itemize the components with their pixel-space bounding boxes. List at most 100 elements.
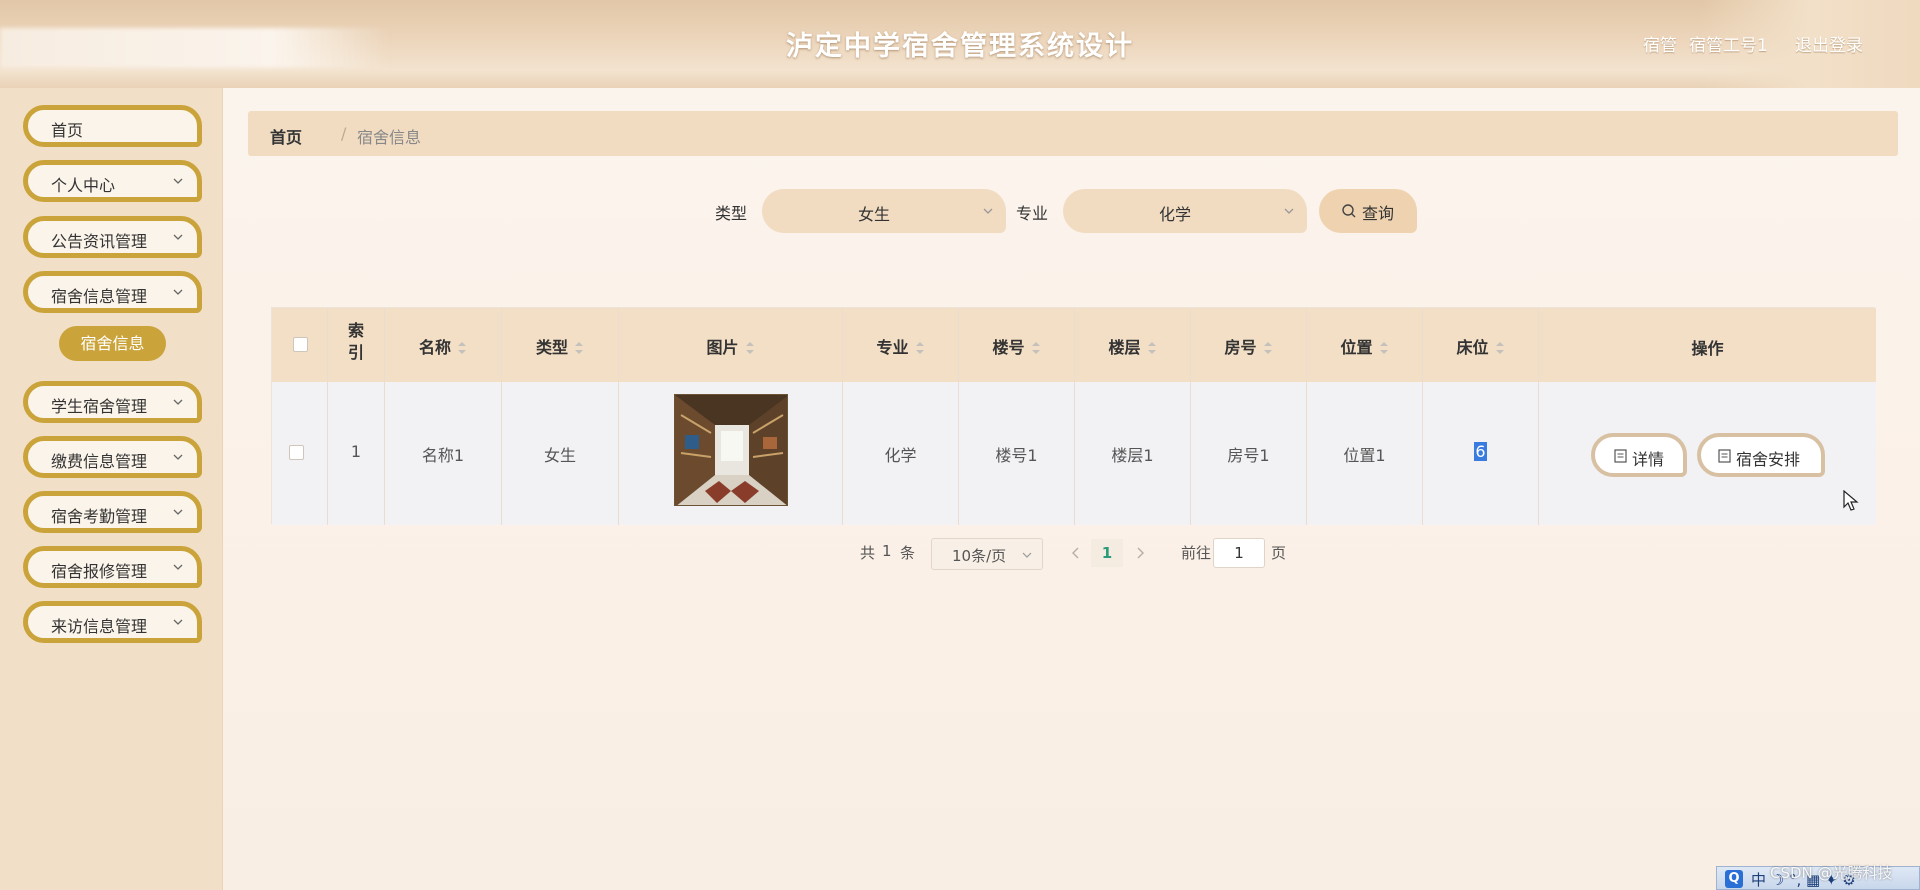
prev-page-icon[interactable] — [1065, 539, 1087, 567]
goto-page-input[interactable] — [1213, 538, 1265, 568]
sidebar-item-label: 宿舍信息管理 — [51, 287, 148, 306]
chevron-down-icon — [173, 234, 183, 240]
header-major-wrap: 专业 — [843, 334, 958, 358]
sort-icon[interactable] — [1495, 341, 1505, 355]
header-bed-wrap: 床位 — [1423, 334, 1538, 358]
chevron-down-icon — [983, 208, 993, 214]
header-cell-major[interactable]: 专业 — [843, 308, 959, 382]
sidebar-item-student-dorm[interactable]: 学生宿舍管理 — [23, 381, 202, 423]
sort-icon[interactable] — [745, 341, 755, 355]
major-filter-value: 化学 — [1158, 205, 1191, 224]
page-size-value: 10条/页 — [952, 547, 1007, 565]
major-filter-select[interactable]: 化学 — [1063, 189, 1307, 233]
cell-index: 1 — [328, 382, 385, 525]
logout-link[interactable]: 退出登录 — [1795, 31, 1863, 56]
watermark: CSDN @光腾科技 — [1770, 864, 1893, 882]
header-cell-image[interactable]: 图片 — [619, 308, 843, 382]
sidebar-item-home[interactable]: 首页 — [23, 105, 202, 147]
header-name-wrap: 名称 — [385, 334, 501, 358]
sidebar-item-label: 个人中心 — [51, 176, 116, 195]
page-size-select[interactable]: 10条/页 — [931, 538, 1043, 570]
sort-icon[interactable] — [1031, 341, 1041, 355]
sort-icon[interactable] — [1263, 341, 1273, 355]
major-filter-label: 专业 — [1016, 204, 1049, 223]
header-cell-location[interactable]: 位置 — [1307, 308, 1423, 382]
pagination-total-prefix: 共 — [860, 544, 876, 562]
sort-icon[interactable] — [1147, 341, 1157, 355]
sidebar: 首页 个人中心 公告资讯管理 宿舍信息管理 宿舍信息 学生宿舍管理 缴费信息管理… — [0, 88, 223, 890]
detail-button-label: 详情 — [1632, 450, 1665, 469]
page-number-current[interactable]: 1 — [1091, 539, 1123, 567]
submenu-item-dorm-info[interactable]: 宿舍信息 — [59, 326, 166, 361]
dorm-arrange-button[interactable]: 宿舍安排 — [1697, 433, 1825, 477]
chevron-down-icon — [173, 564, 183, 570]
chevron-down-icon — [173, 178, 183, 184]
chevron-down-icon — [1284, 208, 1294, 214]
header-cell-type[interactable]: 类型 — [502, 308, 619, 382]
header-type-wrap: 类型 — [502, 334, 618, 358]
chevron-down-icon — [173, 619, 183, 625]
sidebar-item-visitors[interactable]: 来访信息管理 — [23, 601, 202, 643]
index-header-text: 索引 — [328, 320, 384, 364]
header-cell-bed[interactable]: 床位 — [1423, 308, 1539, 382]
cell-bed-wrap: 6 — [1423, 442, 1538, 461]
breadcrumb-home[interactable]: 首页 — [270, 124, 302, 148]
cell-location-value: 位置1 — [1343, 446, 1386, 465]
mouse-cursor-icon — [1843, 490, 1859, 511]
header-cell-select — [272, 308, 328, 382]
select-all-checkbox[interactable] — [293, 337, 308, 352]
breadcrumb-current: 宿舍信息 — [357, 128, 422, 147]
index-header-top: 索 — [347, 321, 364, 340]
sidebar-item-attendance[interactable]: 宿舍考勤管理 — [23, 491, 202, 533]
sidebar-item-label: 缴费信息管理 — [51, 452, 148, 471]
chevron-down-icon — [173, 454, 183, 460]
cell-image — [619, 382, 843, 525]
row-checkbox[interactable] — [289, 445, 304, 460]
sidebar-item-announcements[interactable]: 公告资讯管理 — [23, 216, 202, 258]
table-row: 1 名称1 女生 化学 楼号1 楼层1 房号1 位置1 6 详情 宿舍安排 — [272, 382, 1876, 525]
header-cell-room[interactable]: 房号 — [1191, 308, 1307, 382]
cell-floor: 楼层1 — [1075, 382, 1191, 525]
header-name: 名称 — [418, 338, 451, 357]
sidebar-item-personal-center[interactable]: 个人中心 — [23, 160, 202, 202]
header-cell-index: 索引 — [328, 308, 385, 382]
detail-button[interactable]: 详情 — [1591, 433, 1687, 477]
sidebar-item-dorm-info[interactable]: 宿舍信息管理 — [23, 271, 202, 313]
cell-type: 女生 — [502, 382, 619, 525]
header-cell-building[interactable]: 楼号 — [959, 308, 1075, 382]
pagination-total-count: 1 — [882, 542, 892, 560]
sidebar-item-label: 学生宿舍管理 — [51, 397, 148, 416]
type-filter-value: 女生 — [857, 205, 890, 224]
header-cell-floor[interactable]: 楼层 — [1075, 308, 1191, 382]
header-floor: 楼层 — [1108, 338, 1141, 357]
user-name: 宿管工号1 — [1689, 36, 1768, 56]
search-button[interactable]: 查询 — [1319, 189, 1417, 233]
sidebar-item-payments[interactable]: 缴费信息管理 — [23, 436, 202, 478]
sort-icon[interactable] — [574, 341, 584, 355]
cell-building: 楼号1 — [959, 382, 1075, 525]
chevron-down-icon — [1022, 552, 1032, 558]
cell-name-value: 名称1 — [421, 446, 465, 465]
header-floor-wrap: 楼层 — [1075, 334, 1190, 358]
cell-major: 化学 — [843, 382, 959, 525]
sidebar-item-repairs[interactable]: 宿舍报修管理 — [23, 546, 202, 588]
header-cell-name[interactable]: 名称 — [385, 308, 502, 382]
sort-icon[interactable] — [457, 341, 467, 355]
dorm-arrange-button-label: 宿舍安排 — [1736, 450, 1801, 469]
search-button-label: 查询 — [1362, 204, 1395, 223]
sort-icon[interactable] — [1379, 341, 1389, 355]
goto-suffix: 页 — [1271, 544, 1287, 562]
app-title: 泸定中学宿舍管理系统设计 — [786, 31, 1134, 62]
type-filter-select[interactable]: 女生 — [762, 189, 1006, 233]
header-image-wrap: 图片 — [619, 334, 842, 358]
cell-room: 房号1 — [1191, 382, 1307, 525]
type-filter-label: 类型 — [715, 204, 748, 223]
document-icon — [1614, 449, 1627, 463]
header-location: 位置 — [1340, 338, 1373, 357]
dorm-photo[interactable] — [674, 394, 788, 506]
header-image: 图片 — [706, 338, 739, 357]
sidebar-item-label: 公告资讯管理 — [51, 232, 148, 251]
next-page-icon[interactable] — [1129, 539, 1151, 567]
header-building-wrap: 楼号 — [959, 334, 1074, 358]
sort-icon[interactable] — [915, 341, 925, 355]
